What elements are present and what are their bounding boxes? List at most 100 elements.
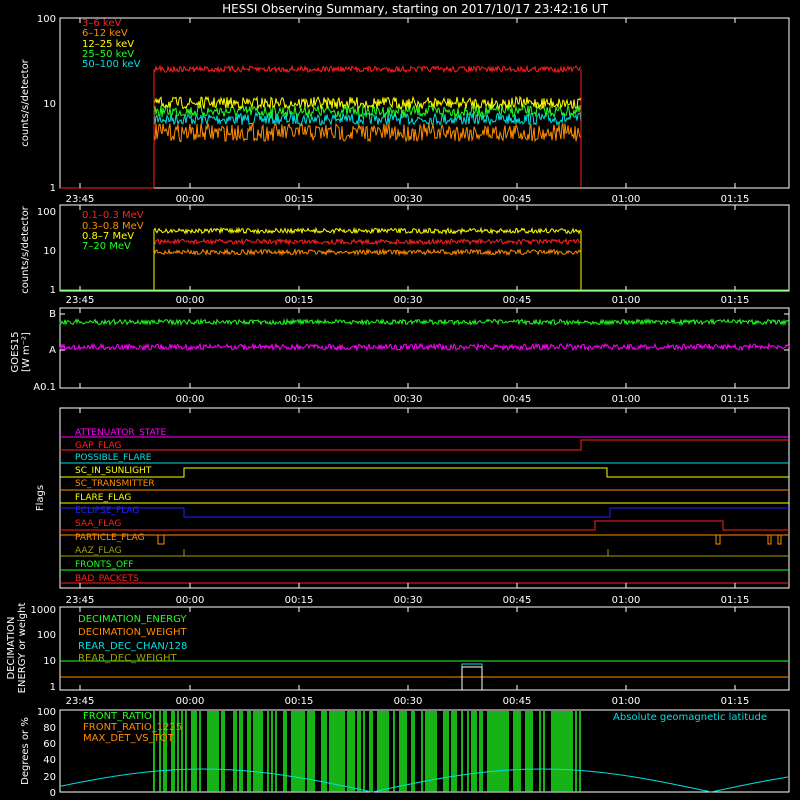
y-tick: 10 xyxy=(43,246,56,257)
time-tick: 01:15 xyxy=(721,394,750,405)
legend-entry: DECIMATION_WEIGHT xyxy=(78,627,187,638)
series-line xyxy=(153,247,582,257)
time-tick: 01:00 xyxy=(612,295,641,306)
y-tick: 100 xyxy=(37,707,56,718)
panel-goes-plot xyxy=(59,308,790,388)
time-tick: 00:15 xyxy=(285,394,314,405)
flag-label: ATTENUATOR_STATE xyxy=(75,428,167,438)
y-tick: B xyxy=(49,309,56,320)
time-tick: 00:30 xyxy=(394,394,423,405)
time-tick: 23:45 xyxy=(66,595,95,606)
time-tick: 00:00 xyxy=(176,295,205,306)
panel-gamma-plot xyxy=(60,205,789,291)
time-tick: 01:00 xyxy=(612,595,641,606)
flag-label: POSSIBLE_FLARE xyxy=(75,453,152,463)
y-tick: 1000 xyxy=(31,605,56,616)
legend-entry: REAR_DEC_WEIGHT xyxy=(78,653,177,664)
time-tick: 23:45 xyxy=(66,696,95,707)
y-tick: 10 xyxy=(43,656,56,667)
flag-spike xyxy=(777,535,782,545)
series-line xyxy=(59,342,790,352)
time-tick: 01:00 xyxy=(612,696,641,707)
legend-entry: FRONT_RATIO_1225 xyxy=(83,722,182,733)
y-tick: 100 xyxy=(37,14,56,25)
panel-hxr-plot xyxy=(60,18,736,189)
series-line xyxy=(461,666,483,690)
legend-entry: DECIMATION_ENERGY xyxy=(78,614,187,625)
time-axis-1: 23:45 00:00 00:15 00:30 00:45 01:00 01:1… xyxy=(66,194,750,205)
time-axis-4: 23:45 00:00 00:15 00:30 00:45 01:00 01:1… xyxy=(66,595,750,606)
time-tick: 23:45 xyxy=(66,295,95,306)
legend-entry: REAR_DEC_CHAN/128 xyxy=(78,641,187,652)
y-tick: 0 xyxy=(50,788,56,799)
flag-label: FRONTS_OFF xyxy=(75,560,133,570)
flag-label: PARTICLE_FLAG xyxy=(75,533,145,543)
figure-title: HESSI Observing Summary, starting on 201… xyxy=(222,2,608,16)
flag-label: SC_TRANSMITTER xyxy=(75,479,155,489)
y-tick: 40 xyxy=(43,755,56,766)
time-tick: 00:15 xyxy=(285,696,314,707)
panel-flags-plot xyxy=(60,408,789,588)
flag-trace xyxy=(60,507,789,518)
flag-spike xyxy=(157,535,165,545)
time-tick: 00:00 xyxy=(176,696,205,707)
y-tick: 1 xyxy=(50,285,56,296)
y-axis-label: Degrees or % xyxy=(20,717,31,785)
y-tick: 100 xyxy=(37,207,56,218)
time-tick: 00:15 xyxy=(285,194,314,205)
legend-entry: MAX_DET_VS_TOT xyxy=(83,733,175,744)
y-tick: A xyxy=(49,345,56,356)
y-tick: 1 xyxy=(50,183,56,194)
time-tick: 01:00 xyxy=(612,394,641,405)
panel-flags-frame xyxy=(59,407,790,589)
time-tick: 00:15 xyxy=(285,595,314,606)
time-tick: 01:15 xyxy=(721,595,750,606)
panel-goes: B A A0.1 GOES15 [W m⁻²] xyxy=(10,307,790,393)
series-line xyxy=(153,122,582,143)
flag-label: SAA_FLAG xyxy=(75,519,121,529)
y-axis-label: [W m⁻²] xyxy=(21,332,32,372)
panel-gamma-frame xyxy=(59,204,790,292)
series-line xyxy=(153,237,582,247)
y-axis-label: GOES15 xyxy=(10,331,21,372)
panel-flags: Flags ATTENUATOR_STATE GAP_FLAG POSSIBLE… xyxy=(35,407,790,589)
time-tick: 01:00 xyxy=(612,194,641,205)
time-tick: 01:15 xyxy=(721,194,750,205)
flag-label: SC_IN_SUNLIGHT xyxy=(75,466,152,476)
geomagnetic-latitude-curve xyxy=(59,768,789,793)
flag-label: GAP_FLAG xyxy=(75,441,121,451)
flag-label: BAD_PACKETS xyxy=(75,574,139,584)
flag-trace xyxy=(60,439,789,451)
time-tick: 00:45 xyxy=(503,595,532,606)
time-tick: 00:30 xyxy=(394,696,423,707)
flag-spike xyxy=(715,535,721,545)
time-tick: 00:30 xyxy=(394,295,423,306)
flag-trace xyxy=(60,467,789,478)
legend-entry: FRONT_RATIO xyxy=(83,711,152,722)
y-axis-label: DECIMATION xyxy=(6,616,17,679)
series-line xyxy=(153,95,582,111)
time-axis-5: 23:45 00:00 00:15 00:30 00:45 01:00 01:1… xyxy=(66,696,750,707)
y-tick: 100 xyxy=(37,630,56,641)
hessi-summary-figure: HESSI Observing Summary, starting on 201… xyxy=(6,2,790,799)
y-tick: 20 xyxy=(43,772,56,783)
time-tick: 00:00 xyxy=(176,194,205,205)
time-tick: 01:15 xyxy=(721,295,750,306)
panel-decimation: 1000 100 10 1 DECIMATION ENERGY or weigh… xyxy=(6,603,790,694)
time-tick: 00:00 xyxy=(176,394,205,405)
time-tick: 00:45 xyxy=(503,696,532,707)
time-tick: 01:15 xyxy=(721,696,750,707)
y-tick: 10 xyxy=(43,99,56,110)
time-tick: 00:00 xyxy=(176,595,205,606)
legend-entry: 6–12 keV xyxy=(82,28,128,39)
series-line xyxy=(153,111,582,127)
time-tick: 23:45 xyxy=(66,194,95,205)
panel-gamma: 100 10 1 counts/s/detector 0.1–0.3 MeV 0… xyxy=(20,204,790,296)
y-axis-label: ENERGY or weight xyxy=(17,603,28,694)
legend-entry: 50–100 keV xyxy=(82,59,141,70)
time-tick: 00:45 xyxy=(503,295,532,306)
y-tick: 1 xyxy=(50,682,56,693)
y-tick: A0.1 xyxy=(33,382,56,393)
flag-label: FLARE_FLAG xyxy=(75,493,131,503)
time-tick: 00:30 xyxy=(394,595,423,606)
